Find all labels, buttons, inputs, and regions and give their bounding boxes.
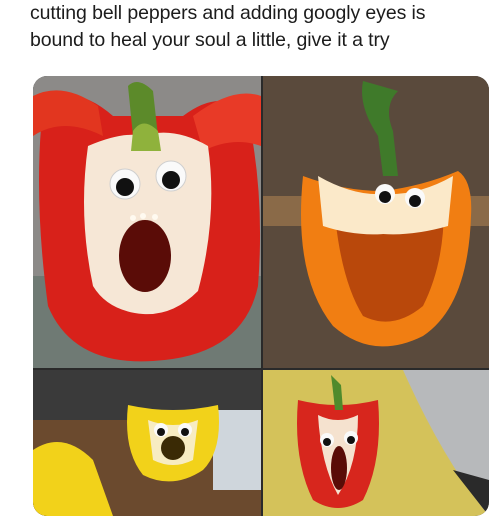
- orange-pepper-face-photo[interactable]: [263, 76, 489, 368]
- red-pepper-face-photo[interactable]: [33, 76, 261, 368]
- caption-line-2: bound to heal your soul a little, give i…: [30, 29, 390, 51]
- caption-line-1: cutting bell peppers and adding googly e…: [30, 2, 426, 24]
- post-caption: cutting bell peppers and adding googly e…: [30, 0, 490, 54]
- yellow-pepper-face-photo[interactable]: [33, 370, 261, 516]
- small-red-pepper-with-knife-photo[interactable]: [263, 370, 489, 516]
- photo-collage[interactable]: [33, 76, 489, 516]
